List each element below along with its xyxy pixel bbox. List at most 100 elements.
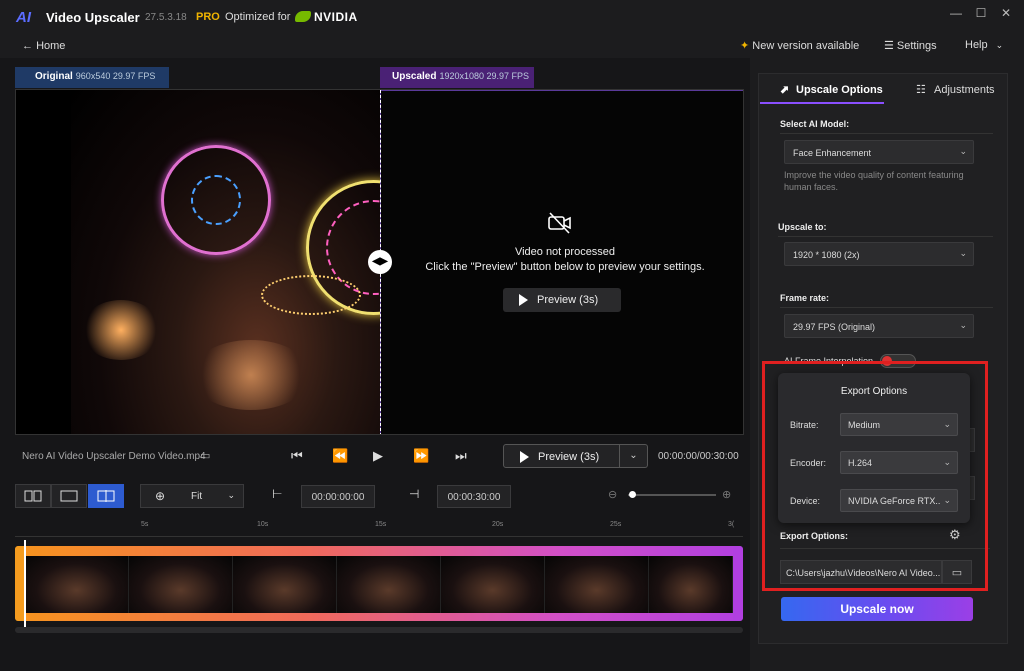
original-tag: Original 960x540 29.97 FPS <box>15 67 169 88</box>
timeline-ruler: 5s 10s 15s 20s 25s 3( <box>15 517 743 537</box>
play-icon <box>519 294 528 306</box>
skip-end-icon[interactable]: ⏭ <box>455 448 467 464</box>
back-arrow-icon: ← <box>22 40 37 52</box>
timecode: 00:00:00/00:30:00 <box>658 451 739 462</box>
model-help: Improve the video quality of content fea… <box>784 170 964 192</box>
original-frame <box>16 90 441 434</box>
zoom-in-icon[interactable]: ⊕ <box>722 488 731 501</box>
chevron-down-icon: ⌄ <box>995 40 1004 50</box>
folder-icon[interactable]: ▭ <box>200 449 210 462</box>
upscaled-tag: Upscaled 1920x1080 29.97 FPS <box>380 67 534 88</box>
chevron-down-icon: ⌄ <box>959 248 967 258</box>
ruler-label: 20s <box>492 521 504 528</box>
nvidia-eye-icon <box>295 11 311 22</box>
timeline-thumbnails <box>25 556 733 613</box>
end-time-field[interactable]: 00:00:30:00 <box>437 485 511 508</box>
tab-upscale-label: Upscale Options <box>796 84 883 96</box>
settings-button[interactable]: ☰ Settings <box>884 39 937 52</box>
upscale-resolution-select[interactable]: 1920 * 1080 (2x) ⌄ <box>784 242 974 266</box>
tab-adjustments[interactable]: ☷ Adjustments <box>892 76 1002 104</box>
trim-end-handle[interactable] <box>733 546 743 621</box>
framerate-select[interactable]: 29.97 FPS (Original) ⌄ <box>784 314 974 338</box>
upscaled-meta: 1920x1080 29.97 FPS <box>439 71 530 81</box>
compare-view-icon <box>97 490 115 502</box>
thumbnail <box>25 556 129 613</box>
model-label: Select AI Model: <box>780 119 850 129</box>
view-single-button[interactable] <box>51 484 87 508</box>
ai-model-select[interactable]: Face Enhancement ⌄ <box>784 140 974 164</box>
ferris-wheel-1-hub <box>191 175 241 225</box>
upscaled-label: Upscaled <box>392 71 437 82</box>
nvidia-logo: NVIDIA <box>295 10 358 24</box>
timeline-scrollbar[interactable] <box>15 627 743 633</box>
nvidia-text: NVIDIA <box>314 10 358 24</box>
original-label: Original <box>35 71 73 82</box>
preview-button[interactable]: Preview (3s) <box>503 444 620 468</box>
upscale-icon: ⬈ <box>780 84 790 96</box>
optimized-text: Optimized for <box>225 11 291 23</box>
split-view-icon <box>24 490 42 502</box>
ruler-label: 15s <box>375 521 387 528</box>
camera-off-icon <box>548 212 571 234</box>
ruler-label: 5s <box>141 521 149 528</box>
thumbnail <box>337 556 441 613</box>
thumbnail <box>545 556 649 613</box>
view-compare-button[interactable] <box>88 484 124 508</box>
compare-handle[interactable]: ◀▶ <box>368 250 392 274</box>
preview-center-label: Preview (3s) <box>537 294 599 306</box>
pro-badge: PRO <box>196 11 220 23</box>
thumbnail <box>233 556 337 613</box>
chevron-down-icon: ⌄ <box>959 320 967 330</box>
zoom-fit-select[interactable]: ⊕ Fit ⌄ <box>140 484 244 508</box>
timeline-zoom-thumb[interactable] <box>629 491 636 498</box>
set-end-icon[interactable]: ⊣ <box>409 487 419 501</box>
upscale-resolution-value: 1920 * 1080 (2x) <box>793 250 860 260</box>
timeline-zoom-slider[interactable] <box>628 494 716 496</box>
settings-icon: ☰ <box>884 40 897 52</box>
booth-lights <box>81 300 161 360</box>
ai-model-value: Face Enhancement <box>793 148 872 158</box>
app-logo: AI <box>16 9 31 26</box>
divider <box>780 307 993 308</box>
tab-upscale-options[interactable]: ⬈ Upscale Options <box>760 76 884 104</box>
new-version-link[interactable]: ✦ New version available <box>740 39 859 52</box>
framerate-value: 29.97 FPS (Original) <box>793 322 876 332</box>
upscale-now-button[interactable]: Upscale now <box>781 597 973 621</box>
step-forward-icon[interactable]: ⏩ <box>413 448 429 464</box>
chevron-down-icon: ⌄ <box>629 450 638 461</box>
chevron-down-icon: ⌄ <box>227 490 235 500</box>
nav-bar: ← Home ✦ New version available ☰ Setting… <box>0 36 1024 58</box>
home-link[interactable]: ← Home <box>22 40 65 52</box>
close-button[interactable]: ✕ <box>996 6 1016 24</box>
ruler-label: 10s <box>257 521 269 528</box>
play-button-icon[interactable]: ▶ <box>373 448 383 464</box>
zoom-icon: ⊕ <box>155 489 166 503</box>
app-title: Video Upscaler <box>46 10 140 25</box>
view-split-button[interactable] <box>15 484 51 508</box>
zoom-fit-value: Fit <box>191 491 203 502</box>
carnival-scene-image <box>71 90 441 434</box>
divider <box>778 236 993 237</box>
preview-center-button[interactable]: Preview (3s) <box>503 288 621 312</box>
gift-icon: ✦ <box>740 40 753 52</box>
start-time-field[interactable]: 00:00:00:00 <box>301 485 375 508</box>
minimize-button[interactable]: — <box>946 6 966 24</box>
sliders-icon: ☷ <box>916 84 926 96</box>
maximize-button[interactable]: ☐ <box>971 6 991 24</box>
zoom-out-icon[interactable]: ⊖ <box>608 488 617 501</box>
framerate-label: Frame rate: <box>780 293 830 303</box>
not-processed-text: Video not processed <box>514 246 616 258</box>
preview-dropdown[interactable]: ⌄ <box>620 444 648 468</box>
title-bar: AI Video Upscaler 27.5.3.18 PRO Optimize… <box>0 0 1024 36</box>
upscale-label: Upscale to: <box>778 222 827 232</box>
playhead[interactable] <box>24 540 26 630</box>
tab-adjustments-label: Adjustments <box>934 84 995 96</box>
set-start-icon[interactable]: ⊢ <box>272 487 282 501</box>
new-version-label: New version available <box>752 40 860 52</box>
help-menu[interactable]: Help ⌄ <box>965 39 1003 51</box>
ruler-label: 3( <box>728 521 735 528</box>
step-back-icon[interactable]: ⏪ <box>332 448 348 464</box>
skip-start-icon[interactable]: ⏮ <box>291 448 303 464</box>
original-meta: 960x540 29.97 FPS <box>75 71 156 81</box>
help-label: Help <box>965 39 988 51</box>
